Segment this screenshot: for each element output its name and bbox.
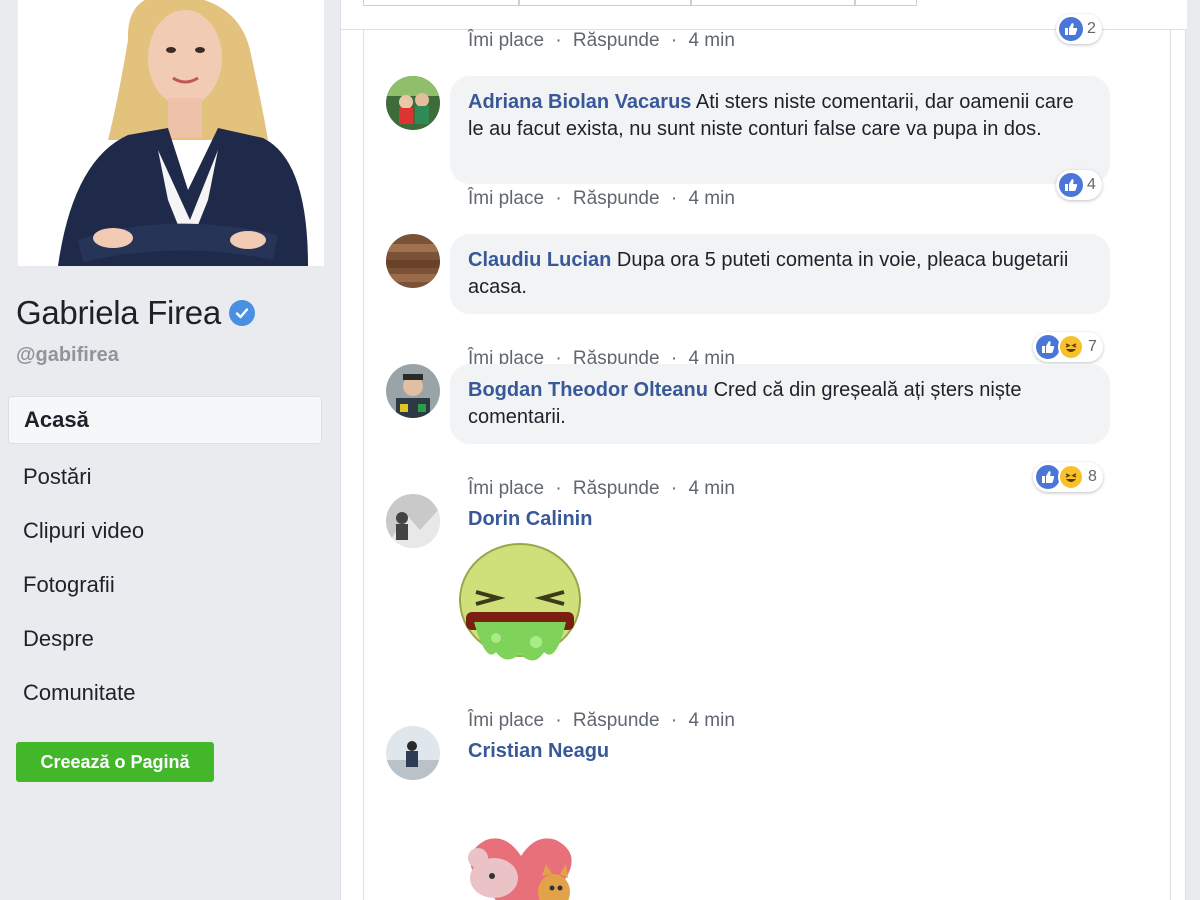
comment-actions: Îmi place · Răspunde · 4 min <box>468 30 738 52</box>
reply-link[interactable]: Răspunde <box>573 30 660 51</box>
page-handle[interactable]: @gabifirea <box>16 344 119 367</box>
post-card: Îmi place · Răspunde · 4 min 2 Adriana B… <box>340 0 1187 900</box>
separator: · <box>670 30 678 51</box>
nav-item-clipuri-video[interactable]: Clipuri video <box>8 504 322 558</box>
comments-list: Îmi place · Răspunde · 4 min 2 Adriana B… <box>363 14 1171 900</box>
comment-actions: Îmi place · Răspunde · 4 min <box>468 188 738 210</box>
page-sidebar: Gabriela Firea @gabifirea Acasă Postări … <box>0 0 340 900</box>
haha-reaction-icon <box>1058 464 1084 490</box>
nav-item-postari[interactable]: Postări <box>8 450 322 504</box>
reaction-count: 4 <box>1087 176 1096 193</box>
reaction-count: 8 <box>1088 468 1097 485</box>
page-title[interactable]: Gabriela Firea <box>16 294 255 332</box>
separator: · <box>555 188 562 209</box>
avatar[interactable] <box>386 364 440 418</box>
comment-bubble: Bogdan Theodor Olteanu Cred că din greșe… <box>450 364 1110 444</box>
nav-item-despre[interactable]: Despre <box>8 612 322 666</box>
like-reaction-icon <box>1059 17 1083 41</box>
comment-item: Adriana Biolan Vacarus Ati sters niste c… <box>386 76 1146 216</box>
comment-author-link[interactable]: Dorin Calinin <box>468 508 592 531</box>
comment-item: Cristian Neagu <box>386 726 1146 900</box>
comment-time[interactable]: 4 min <box>688 30 734 51</box>
reaction-summary[interactable]: 2 <box>1056 14 1102 44</box>
nav-item-acasa[interactable]: Acasă <box>8 396 322 444</box>
vomit-sticker-icon <box>456 542 584 670</box>
comment-item: Dorin Calinin Îmi place · Răspunde · 4 m… <box>386 494 1146 731</box>
comment-author-link[interactable]: Adriana Biolan Vacarus <box>468 91 691 113</box>
reaction-count: 2 <box>1087 20 1096 37</box>
reaction-count: 7 <box>1088 338 1097 355</box>
love-animals-sticker-icon <box>456 828 586 900</box>
comment-bubble: Claudiu Lucian Dupa ora 5 puteti comenta… <box>450 234 1110 314</box>
like-reaction-icon <box>1036 465 1060 489</box>
like-reaction-icon <box>1036 335 1060 359</box>
comment-author-link[interactable]: Claudiu Lucian <box>468 249 611 271</box>
separator: · <box>670 188 678 209</box>
create-page-button[interactable]: Creează o Pagină <box>16 742 214 782</box>
avatar[interactable] <box>386 494 440 548</box>
profile-photo[interactable] <box>18 0 324 266</box>
comment-author-link[interactable]: Bogdan Theodor Olteanu <box>468 379 708 401</box>
comment-item: Claudiu Lucian Dupa ora 5 puteti comenta… <box>386 234 1146 369</box>
page-nav: Acasă Postări Clipuri video Fotografii D… <box>8 396 322 720</box>
like-link[interactable]: Îmi place <box>468 188 544 209</box>
avatar[interactable] <box>386 726 440 780</box>
haha-reaction-icon <box>1058 334 1084 360</box>
separator: · <box>555 30 562 51</box>
comment-item: Bogdan Theodor Olteanu Cred că din greșe… <box>386 364 1146 499</box>
nav-item-comunitate[interactable]: Comunitate <box>8 666 322 720</box>
verified-badge-icon <box>228 300 255 326</box>
avatar[interactable] <box>386 76 440 130</box>
reaction-summary[interactable]: 7 <box>1033 332 1103 362</box>
avatar[interactable] <box>386 234 440 288</box>
post-action-tab[interactable] <box>855 0 917 6</box>
comment-author-link[interactable]: Cristian Neagu <box>468 740 609 763</box>
reaction-summary[interactable]: 4 <box>1056 170 1102 200</box>
comment-time[interactable]: 4 min <box>688 188 734 209</box>
post-action-tab[interactable] <box>363 0 519 6</box>
reaction-summary[interactable]: 8 <box>1033 462 1103 492</box>
nav-item-fotografii[interactable]: Fotografii <box>8 558 322 612</box>
like-reaction-icon <box>1059 173 1083 197</box>
post-action-tab[interactable] <box>691 0 855 6</box>
comment-item: Îmi place · Răspunde · 4 min 2 <box>386 14 1146 60</box>
page-name-text[interactable]: Gabriela Firea <box>16 294 221 332</box>
post-action-tab[interactable] <box>519 0 691 6</box>
comment-bubble: Adriana Biolan Vacarus Ati sters niste c… <box>450 76 1110 184</box>
like-link[interactable]: Îmi place <box>468 30 544 51</box>
reply-link[interactable]: Răspunde <box>573 188 660 209</box>
